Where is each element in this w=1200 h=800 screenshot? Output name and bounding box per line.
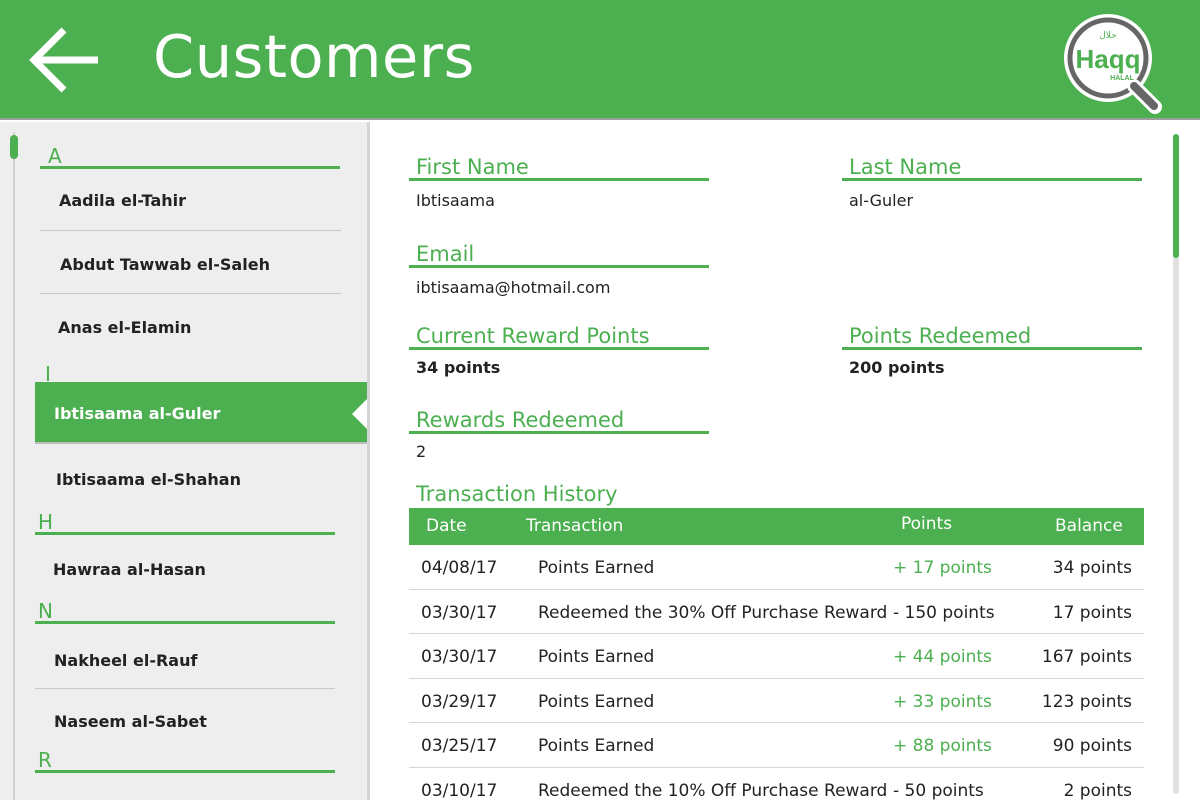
cell-balance: 167 points — [1041, 647, 1132, 667]
table-row[interactable]: 04/08/17 Points Earned + 17 points 34 point… — [409, 545, 1144, 590]
selection-pointer — [352, 394, 367, 434]
column-header-date[interactable]: Date — [426, 516, 467, 536]
column-header-balance[interactable]: Balance — [1055, 516, 1123, 536]
letter-header-r: R — [35, 750, 335, 773]
detail-scrollbar[interactable] — [1173, 134, 1179, 258]
list-item-selected[interactable]: Ibtisaama al-Guler — [35, 382, 367, 444]
page-title: Customers — [153, 22, 475, 91]
list-item[interactable]: Naseem al-Sabet — [54, 712, 207, 731]
rewards-redeemed-value: 2 — [416, 442, 427, 461]
customer-list: A Aadila el-Tahir Abdut Tawwab el-Saleh … — [0, 122, 370, 800]
list-item[interactable]: Abdut Tawwab el-Saleh — [60, 255, 270, 274]
table-row[interactable]: 03/25/17 Points Earned + 88 points 90 point… — [409, 723, 1144, 768]
sidebar-scroll-track — [13, 132, 15, 800]
cell-balance: 90 points — [1052, 736, 1132, 756]
cell-date: 03/25/17 — [421, 736, 498, 756]
cell-transaction: Points Earned — [538, 736, 655, 756]
current-points-value: 34 points — [416, 358, 501, 377]
list-item[interactable]: Nakheel el-Rauf — [54, 651, 197, 670]
sidebar-scrollbar[interactable] — [10, 135, 18, 159]
cell-transaction: Points Earned — [538, 647, 655, 667]
cell-date: 03/29/17 — [421, 691, 498, 712]
letter-header-a: A — [40, 146, 340, 169]
list-item[interactable]: Aadila el-Tahir — [59, 191, 186, 210]
cell-balance: 34 points — [1052, 558, 1132, 578]
cell-transaction: Redeemed the 10% Off Purchase Reward — [538, 780, 888, 800]
cell-points: + 88 points — [893, 736, 992, 756]
cell-date: 04/08/17 — [421, 558, 498, 578]
customer-detail: First Name Ibtisaama Last Name al-Guler … — [373, 122, 1200, 800]
column-header-transaction[interactable]: Transaction — [526, 516, 623, 536]
email-value: ibtisaama@hotmail.com — [416, 278, 611, 297]
list-item[interactable]: Ibtisaama el-Shahan — [56, 470, 241, 489]
list-item[interactable]: Anas el-Elamin — [58, 318, 191, 337]
svg-text:HALAL: HALAL — [1110, 75, 1134, 82]
back-button[interactable] — [28, 26, 102, 94]
app-header: Customers Haqq حلال HALAL — [0, 0, 1200, 120]
column-header-points[interactable]: Points — [901, 514, 952, 534]
divider — [35, 688, 335, 689]
last-name-label: Last Name — [842, 156, 1142, 182]
list-item[interactable]: Hawraa al-Hasan — [53, 560, 206, 579]
cell-points: + 17 points — [893, 558, 992, 578]
divider — [40, 230, 341, 231]
transaction-history-title: Transaction History — [416, 482, 618, 506]
cell-points: - 50 points — [893, 780, 984, 800]
cell-points: + 44 points — [893, 647, 992, 667]
points-redeemed-value: 200 points — [849, 358, 945, 377]
svg-text:حلال: حلال — [1099, 31, 1116, 41]
table-header: Date Transaction Points Balance — [409, 508, 1144, 545]
table-row[interactable]: 03/30/17 Points Earned + 44 points 167 poin… — [409, 634, 1144, 679]
cell-transaction: Redeemed the 30% Off Purchase Reward — [538, 602, 888, 623]
cell-date: 03/10/17 — [421, 780, 498, 800]
cell-date: 03/30/17 — [421, 647, 498, 667]
email-label: Email — [409, 243, 709, 269]
points-redeemed-label: Points Redeemed — [842, 325, 1142, 351]
list-item-label: Ibtisaama al-Guler — [54, 404, 221, 423]
table-row[interactable]: 03/10/17 Redeemed the 10% Off Purchase Re… — [409, 768, 1144, 800]
first-name-value: Ibtisaama — [416, 191, 495, 210]
cell-points: - 150 points — [893, 602, 995, 623]
cell-points: + 33 points — [893, 691, 992, 712]
cell-balance: 17 points — [1052, 602, 1132, 623]
cell-date: 03/30/17 — [421, 602, 498, 623]
cell-balance: 2 points — [1063, 780, 1132, 800]
letter-header-h: H — [35, 512, 335, 535]
first-name-label: First Name — [409, 156, 709, 182]
haqq-logo: Haqq حلال HALAL — [1060, 10, 1165, 114]
table-row[interactable]: 03/29/17 Points Earned + 33 points 123 poin… — [409, 679, 1144, 723]
current-points-label: Current Reward Points — [409, 325, 709, 351]
cell-balance: 123 points — [1041, 691, 1132, 712]
last-name-value: al-Guler — [849, 191, 914, 210]
letter-header-n: N — [35, 601, 335, 624]
rewards-redeemed-label: Rewards Redeemed — [409, 409, 709, 435]
transaction-table: Date Transaction Points Balance 04/08/17… — [409, 508, 1144, 800]
table-row[interactable]: 03/30/17 Redeemed the 30% Off Purchase Re… — [409, 590, 1144, 634]
cell-transaction: Points Earned — [538, 691, 655, 712]
svg-text:Haqq: Haqq — [1076, 44, 1141, 74]
arrow-left-icon — [29, 27, 98, 93]
divider — [40, 293, 341, 294]
cell-transaction: Points Earned — [538, 558, 655, 578]
